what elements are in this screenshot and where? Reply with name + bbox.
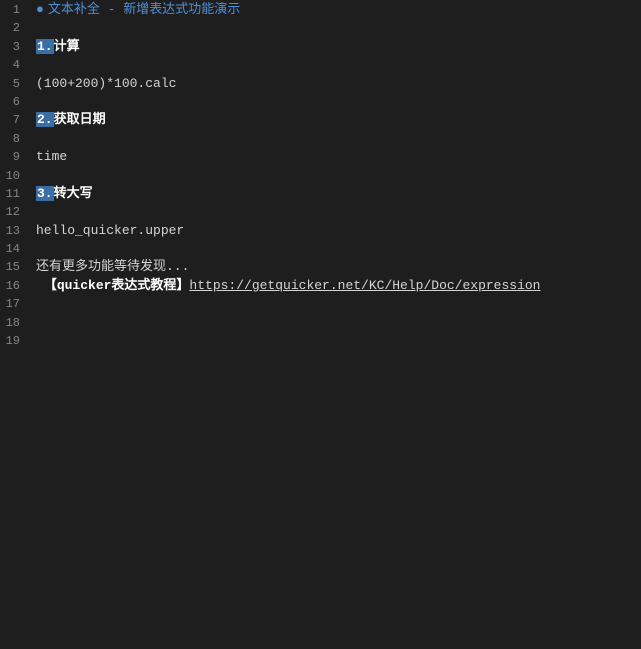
editor-line[interactable]: [36, 93, 641, 111]
expression-text: (100+200)*100.calc: [36, 76, 176, 91]
line-number: 16: [0, 277, 28, 295]
section-number: 1.: [36, 39, 54, 54]
line-number: 5: [0, 75, 28, 93]
editor-line[interactable]: 2.获取日期: [36, 111, 641, 129]
line-number-gutter: 1 2 3 4 5 6 7 8 9 10 11 12 13 14 15 16 1…: [0, 0, 28, 649]
editor-line[interactable]: 【quicker表达式教程】https://getquicker.net/KC/…: [36, 277, 641, 295]
section-number: 3.: [36, 186, 54, 201]
line-number: 4: [0, 56, 28, 74]
modified-dot-icon: ●: [36, 2, 44, 17]
editor-line[interactable]: [36, 332, 641, 350]
line-number: 2: [0, 19, 28, 37]
line-number: 13: [0, 222, 28, 240]
section-number: 2.: [36, 112, 54, 127]
line-number: 7: [0, 111, 28, 129]
document-title: 文本补全 - 新增表达式功能演示: [48, 2, 240, 17]
line-number: 18: [0, 314, 28, 332]
line-number: 19: [0, 332, 28, 350]
line-number: 11: [0, 185, 28, 203]
section-label: 计算: [54, 39, 80, 54]
editor-content[interactable]: ● 文本补全 - 新增表达式功能演示 1.计算 (100+200)*100.cal…: [28, 0, 641, 649]
editor-line[interactable]: hello_quicker.upper: [36, 222, 641, 240]
editor-line[interactable]: time: [36, 148, 641, 166]
editor-line[interactable]: [36, 295, 641, 313]
tutorial-url-link[interactable]: https://getquicker.net/KC/Help/Doc/expre…: [189, 278, 540, 293]
line-number: 3: [0, 38, 28, 56]
tutorial-label: 【quicker表达式教程】: [44, 278, 190, 293]
section-label: 获取日期: [54, 112, 106, 127]
editor-line[interactable]: [36, 240, 641, 258]
code-editor: 1 2 3 4 5 6 7 8 9 10 11 12 13 14 15 16 1…: [0, 0, 641, 649]
line-number: 8: [0, 130, 28, 148]
editor-line[interactable]: ● 文本补全 - 新增表达式功能演示: [36, 1, 641, 19]
editor-line[interactable]: [36, 203, 641, 221]
section-label: 转大写: [54, 186, 93, 201]
line-number: 9: [0, 148, 28, 166]
line-number: 14: [0, 240, 28, 258]
line-number: 6: [0, 93, 28, 111]
editor-line[interactable]: 3.转大写: [36, 185, 641, 203]
expression-text: time: [36, 149, 67, 164]
editor-line[interactable]: [36, 130, 641, 148]
expression-text: hello_quicker.upper: [36, 223, 184, 238]
editor-line[interactable]: [36, 167, 641, 185]
editor-line[interactable]: [36, 314, 641, 332]
editor-line[interactable]: [36, 56, 641, 74]
line-number: 15: [0, 258, 28, 276]
editor-line[interactable]: [36, 19, 641, 37]
editor-line[interactable]: 还有更多功能等待发现...: [36, 258, 641, 276]
line-number: 17: [0, 295, 28, 313]
footer-more-text: 还有更多功能等待发现...: [36, 259, 189, 274]
line-number: 1: [0, 1, 28, 19]
line-number: 10: [0, 167, 28, 185]
editor-line[interactable]: (100+200)*100.calc: [36, 75, 641, 93]
editor-line[interactable]: 1.计算: [36, 38, 641, 56]
line-number: 12: [0, 203, 28, 221]
